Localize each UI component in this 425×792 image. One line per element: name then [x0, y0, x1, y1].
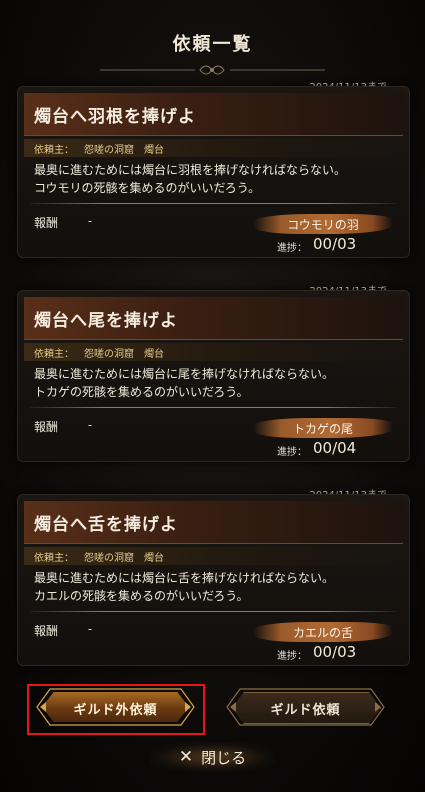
item-name: トカゲの尾 — [292, 422, 353, 436]
divider — [30, 407, 397, 408]
quest-title-bar: 燭台へ舌を捧げよ — [24, 501, 403, 544]
quest-list-panel: 依頼一覧 2024/11/13まで 燭台へ羽根を捧げよ 依頼主： 怨嗟の洞窟 燭… — [0, 0, 425, 792]
quest-description: 最奥に進むためには燭台に尾を捧げなければならない。 トカゲの死骸を集めるのがいい… — [34, 367, 335, 399]
quest-title: 燭台へ羽根を捧げよ — [34, 107, 196, 127]
reward-label: 報酬 — [34, 624, 59, 638]
client-label: 依頼主： — [34, 349, 74, 360]
client-value: 怨嗟の洞窟 燭台 — [84, 553, 164, 564]
quest-description: 最奥に進むためには燭台に羽根を捧げなければならない。 コウモリの死骸を集めるのが… — [34, 163, 347, 195]
close-label: 閉じる — [201, 748, 247, 767]
client-value: 怨嗟の洞窟 燭台 — [84, 349, 164, 360]
client-label: 依頼主： — [34, 553, 74, 564]
outside-guild-quest-label: ギルド外依頼 — [73, 702, 158, 718]
quest-client-row: 依頼主： 怨嗟の洞窟 燭台 — [24, 139, 403, 157]
item-name: カエルの舌 — [292, 626, 353, 640]
panel-header: 依頼一覧 — [0, 20, 425, 75]
reward-value: - — [88, 418, 93, 432]
guild-quest-label: ギルド依頼 — [270, 702, 341, 718]
quest-item: コウモリの羽 進捗： 00/03 — [253, 211, 393, 254]
quest-client-row: 依頼主： 怨嗟の洞窟 燭台 — [24, 343, 403, 361]
progress-value: 00/03 — [313, 235, 357, 253]
client-value: 怨嗟の洞窟 燭台 — [84, 145, 164, 156]
quest-description: 最奥に進むためには燭台に舌を捧げなければならない。 カエルの死骸を集めるのがいい… — [34, 571, 335, 603]
client-label: 依頼主： — [34, 145, 74, 156]
reward-value: - — [88, 214, 93, 228]
quest-title: 燭台へ舌を捧げよ — [34, 515, 178, 535]
divider — [30, 611, 397, 612]
close-button[interactable]: ✕ 閉じる — [150, 742, 275, 772]
progress-label: 進捗： — [277, 651, 307, 662]
ornament-divider-icon — [100, 65, 325, 75]
quest-title-bar: 燭台へ尾を捧げよ — [24, 297, 403, 340]
quest-client-row: 依頼主： 怨嗟の洞窟 燭台 — [24, 547, 403, 565]
quest-title: 燭台へ尾を捧げよ — [34, 311, 178, 331]
quest-item: トカゲの尾 進捗： 00/04 — [253, 415, 393, 458]
reward-label: 報酬 — [34, 216, 59, 230]
quest-card[interactable]: 燭台へ舌を捧げよ 依頼主： 怨嗟の洞窟 燭台 最奥に進むためには燭台に舌を捧げな… — [17, 494, 410, 666]
guild-quest-button[interactable]: ギルド依頼 — [222, 688, 389, 726]
progress-label: 進捗： — [277, 243, 307, 254]
close-icon: ✕ — [178, 747, 194, 767]
quest-card[interactable]: 燭台へ尾を捧げよ 依頼主： 怨嗟の洞窟 燭台 最奥に進むためには燭台に尾を捧げな… — [17, 290, 410, 462]
divider — [30, 203, 397, 204]
progress-value: 00/04 — [313, 439, 357, 457]
reward-label: 報酬 — [34, 420, 59, 434]
progress-value: 00/03 — [313, 643, 357, 661]
quest-item: カエルの舌 進捗： 00/03 — [253, 619, 393, 662]
progress-label: 進捗： — [277, 447, 307, 458]
page-title: 依頼一覧 — [172, 34, 253, 55]
reward-value: - — [88, 622, 93, 636]
quest-card[interactable]: 燭台へ羽根を捧げよ 依頼主： 怨嗟の洞窟 燭台 最奥に進むためには燭台に羽根を捧… — [17, 86, 410, 258]
item-name: コウモリの羽 — [287, 218, 359, 232]
quest-title-bar: 燭台へ羽根を捧げよ — [24, 93, 403, 136]
